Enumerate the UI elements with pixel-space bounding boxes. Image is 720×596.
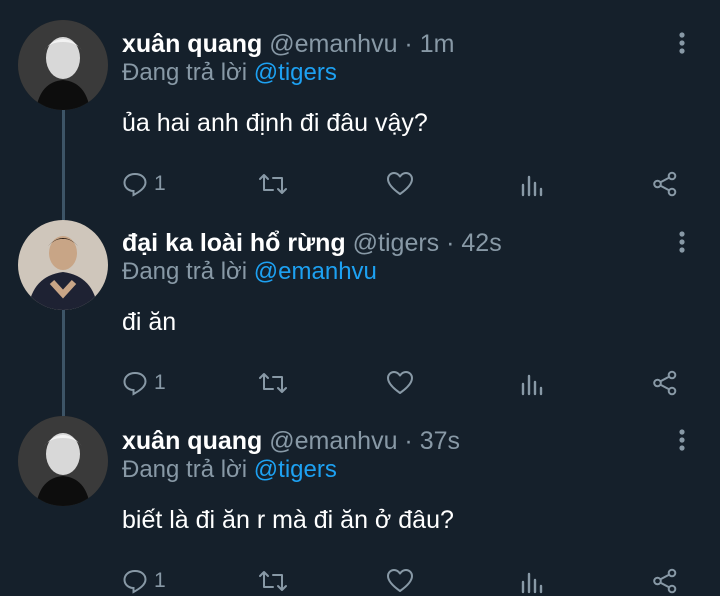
reply-count: 1 bbox=[154, 371, 166, 394]
share-button[interactable] bbox=[652, 368, 678, 398]
share-icon bbox=[653, 171, 677, 197]
reply-count: 1 bbox=[154, 172, 166, 195]
reply-count: 1 bbox=[154, 569, 166, 592]
retweet-icon bbox=[259, 571, 287, 591]
retweet-button[interactable] bbox=[258, 566, 288, 596]
avatar-photo bbox=[18, 220, 108, 310]
reply-button[interactable]: 1 bbox=[122, 566, 166, 596]
handle-time: @tigers · 42s bbox=[352, 229, 502, 257]
mention-link[interactable]: @emanhvu bbox=[254, 258, 377, 285]
tweet-header: xuân quang @emanhvu · 1m bbox=[122, 30, 454, 59]
avatar[interactable] bbox=[18, 416, 108, 506]
share-button[interactable] bbox=[652, 566, 678, 596]
thread-line bbox=[62, 310, 65, 416]
tweet-header: xuân quang @emanhvu · 37s bbox=[122, 427, 460, 456]
like-button[interactable] bbox=[386, 566, 414, 596]
tweet-actions: 1 bbox=[122, 169, 682, 199]
reply-prefix: Đang trả lời bbox=[122, 258, 248, 285]
tweet-text: biết là đi ăn r mà đi ăn ở đâu? bbox=[122, 506, 454, 534]
more-vertical-icon[interactable] bbox=[674, 29, 690, 59]
analytics-button[interactable] bbox=[520, 566, 546, 596]
tweet-text: đi ăn bbox=[122, 308, 177, 336]
share-button[interactable] bbox=[652, 169, 678, 199]
handle-time: @emanhvu · 1m bbox=[269, 30, 455, 58]
more-vertical-icon[interactable] bbox=[674, 426, 690, 456]
share-icon bbox=[653, 568, 677, 594]
avatar[interactable] bbox=[18, 220, 108, 310]
reply-prefix: Đang trả lời bbox=[122, 59, 248, 86]
reply-button[interactable]: 1 bbox=[122, 368, 166, 398]
tweet-actions: 1 bbox=[122, 368, 682, 398]
retweet-button[interactable] bbox=[258, 368, 288, 398]
handle-time: @emanhvu · 37s bbox=[269, 427, 460, 455]
tweet-text: ủa hai anh định đi đâu vậy? bbox=[122, 109, 428, 137]
heart-icon bbox=[387, 569, 413, 592]
replying-to: Đang trả lời @tigers bbox=[122, 456, 337, 484]
heart-icon bbox=[387, 172, 413, 195]
mention-link[interactable]: @tigers bbox=[254, 456, 337, 483]
reply-icon bbox=[123, 569, 147, 594]
avatar-photo bbox=[18, 416, 108, 506]
tweet-header: đại ka loài hổ rừng @tigers · 42s bbox=[122, 229, 502, 258]
avatar-photo bbox=[18, 20, 108, 110]
thread-line bbox=[62, 110, 65, 222]
retweet-icon bbox=[259, 174, 287, 194]
analytics-icon bbox=[521, 572, 543, 594]
share-icon bbox=[653, 370, 677, 396]
analytics-button[interactable] bbox=[520, 368, 546, 398]
retweet-icon bbox=[259, 373, 287, 393]
replying-to: Đang trả lời @tigers bbox=[122, 59, 337, 87]
analytics-button[interactable] bbox=[520, 169, 546, 199]
display-name[interactable]: đại ka loài hổ rừng bbox=[122, 229, 346, 257]
avatar[interactable] bbox=[18, 20, 108, 110]
mention-link[interactable]: @tigers bbox=[254, 59, 337, 86]
reply-icon bbox=[123, 371, 147, 396]
analytics-icon bbox=[521, 175, 543, 197]
reply-prefix: Đang trả lời bbox=[122, 456, 248, 483]
display-name[interactable]: xuân quang bbox=[122, 30, 262, 58]
retweet-button[interactable] bbox=[258, 169, 288, 199]
more-vertical-icon[interactable] bbox=[674, 228, 690, 258]
tweet-actions: 1 bbox=[122, 566, 682, 596]
display-name[interactable]: xuân quang bbox=[122, 427, 262, 455]
replying-to: Đang trả lời @emanhvu bbox=[122, 258, 377, 286]
like-button[interactable] bbox=[386, 169, 414, 199]
analytics-icon bbox=[521, 374, 543, 396]
reply-button[interactable]: 1 bbox=[122, 169, 166, 199]
reply-icon bbox=[123, 172, 147, 197]
like-button[interactable] bbox=[386, 368, 414, 398]
heart-icon bbox=[387, 371, 413, 394]
